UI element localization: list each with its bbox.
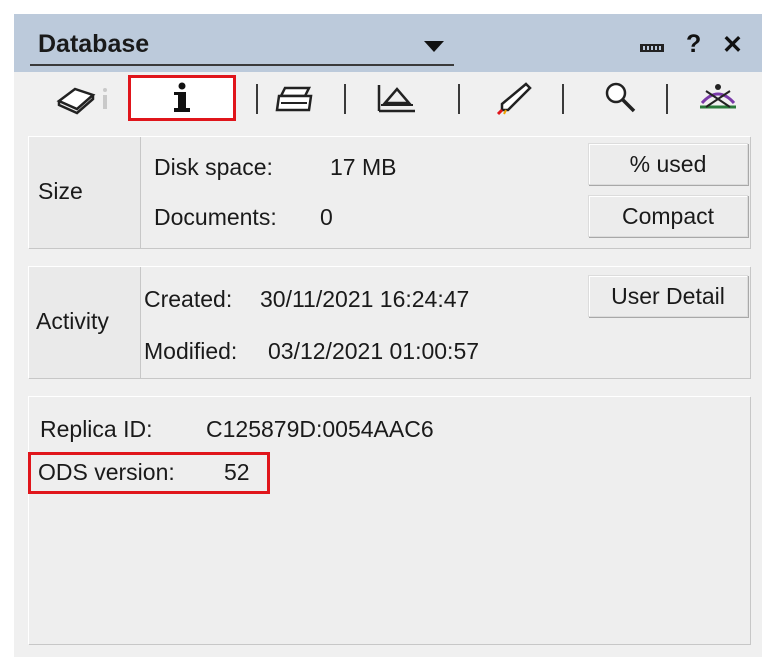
- design-icon: [377, 85, 415, 113]
- created-value: 30/11/2021 16:24:47: [260, 286, 470, 312]
- replica-id-label: Replica ID:: [40, 416, 153, 442]
- size-label-box: Size: [28, 136, 140, 248]
- activity-label: Activity: [36, 308, 109, 334]
- pin-icon[interactable]: [640, 44, 664, 52]
- disk-space-label: Disk space:: [154, 154, 273, 180]
- tab-launch[interactable]: [472, 80, 556, 116]
- disk-space-value: 17 MB: [330, 154, 397, 180]
- properties-type-dropdown[interactable]: Database: [30, 24, 454, 66]
- tab-separator: [256, 84, 258, 114]
- percent-used-button[interactable]: % used: [588, 143, 748, 185]
- tab-info[interactable]: [128, 75, 236, 121]
- printer-icon: [275, 86, 313, 112]
- tab-search[interactable]: [574, 80, 666, 116]
- database-properties-panel: Database ? ✕ Size Disk space: 17 MB Docu…: [14, 14, 762, 657]
- tab-separator: [344, 84, 346, 114]
- ods-version-value: 52: [224, 459, 250, 485]
- documents-label: Documents:: [154, 204, 277, 230]
- ods-version-label: ODS version:: [38, 459, 175, 485]
- modified-value: 03/12/2021 01:00:57: [268, 338, 480, 364]
- tab-basics[interactable]: [44, 80, 124, 116]
- close-icon[interactable]: ✕: [722, 30, 743, 60]
- documents-value: 0: [320, 204, 333, 230]
- size-section: Size Disk space: 17 MB Documents: 0 % us…: [28, 136, 750, 248]
- replica-id-value: C125879D:0054AAC6: [206, 416, 434, 442]
- tab-bar: [26, 72, 762, 121]
- tab-separator: [562, 84, 564, 114]
- launch-icon: [496, 82, 532, 116]
- size-label: Size: [38, 178, 83, 204]
- tab-design[interactable]: [352, 80, 438, 116]
- advanced-icon: [700, 84, 736, 109]
- compact-button[interactable]: Compact: [588, 195, 748, 237]
- created-label: Created:: [144, 286, 233, 312]
- search-icon: [605, 82, 636, 113]
- dropdown-label: Database: [38, 30, 150, 58]
- activity-section: Activity Created: 30/11/2021 16:24:47 Mo…: [28, 266, 750, 378]
- tab-separator: [458, 84, 460, 114]
- info-section: Replica ID: C125879D:0054AAC6 ODS versio…: [28, 396, 750, 644]
- chevron-down-icon[interactable]: [424, 41, 444, 52]
- tab-separator: [666, 84, 668, 114]
- user-detail-button[interactable]: User Detail: [588, 275, 748, 317]
- info-icon: [174, 82, 190, 112]
- modified-label: Modified:: [144, 338, 238, 364]
- basics-icon: [56, 87, 107, 115]
- title-bar: Database ? ✕: [14, 14, 762, 72]
- tab-advanced[interactable]: [676, 80, 760, 116]
- activity-label-box: Activity: [28, 266, 140, 378]
- help-icon[interactable]: ?: [686, 30, 701, 59]
- tab-printing[interactable]: [262, 80, 328, 116]
